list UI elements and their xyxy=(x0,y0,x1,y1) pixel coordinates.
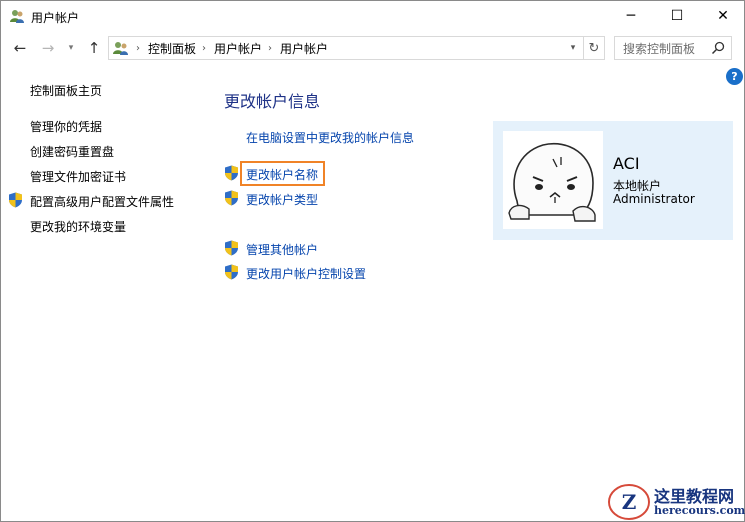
sidebar-item-advanced-profile-properties[interactable]: 配置高级用户配置文件属性 xyxy=(30,193,174,210)
title-bar[interactable]: 用户帐户 ─ ☐ ✕ xyxy=(1,1,744,31)
close-button[interactable]: ✕ xyxy=(700,1,745,31)
breadcrumb-user-accounts[interactable]: 用户帐户 xyxy=(214,40,262,57)
sidebar-item-manage-credentials[interactable]: 管理你的凭据 xyxy=(30,118,102,135)
refresh-icon: ↻ xyxy=(588,40,600,56)
search-icon xyxy=(711,41,725,55)
uac-shield-icon xyxy=(225,165,238,181)
arrow-left-icon: ← xyxy=(13,39,27,57)
uac-shield-icon xyxy=(225,264,238,280)
uac-shield-icon xyxy=(225,190,238,206)
sidebar-item-file-encryption-certs[interactable]: 管理文件加密证书 xyxy=(30,168,126,185)
watermark-logo-letter: Z xyxy=(622,490,637,514)
uac-shield-icon xyxy=(9,192,22,208)
maximize-button[interactable]: ☐ xyxy=(654,1,700,31)
account-name: ACI xyxy=(613,154,640,173)
user-accounts-icon xyxy=(10,10,24,23)
uac-shield-icon xyxy=(225,240,238,256)
sidebar-item-environment-variables[interactable]: 更改我的环境变量 xyxy=(30,218,126,235)
breadcrumb-user-accounts-current[interactable]: 用户帐户 xyxy=(280,40,328,57)
task-change-account-type[interactable]: 更改帐户类型 xyxy=(246,191,318,208)
user-accounts-window: 用户帐户 ─ ☐ ✕ ← → ▾ ↑ › 控制面板 › 用户帐户 › 用户帐户 … xyxy=(0,0,745,522)
arrow-up-icon: ↑ xyxy=(87,39,101,57)
breadcrumb-separator-icon: › xyxy=(268,42,273,54)
watermark-logo: Z xyxy=(608,484,650,520)
breadcrumb-control-panel[interactable]: 控制面板 xyxy=(148,40,196,57)
chevron-down-icon: ▾ xyxy=(68,43,74,53)
task-change-uac-settings[interactable]: 更改用户帐户控制设置 xyxy=(246,265,366,282)
refresh-button[interactable]: ↻ xyxy=(583,37,604,59)
up-button[interactable]: ↑ xyxy=(83,37,105,59)
sidebar-item-control-panel-home[interactable]: 控制面板主页 xyxy=(30,82,102,99)
account-role: Administrator xyxy=(613,192,695,206)
breadcrumb-separator-icon: › xyxy=(202,42,207,54)
navigation-bar: ← → ▾ ↑ › 控制面板 › 用户帐户 › 用户帐户 ▾ ↻ 搜索控制面板 xyxy=(1,33,744,63)
recent-locations-button[interactable]: ▾ xyxy=(64,37,78,59)
chevron-down-icon: ▾ xyxy=(570,43,576,53)
task-change-account-in-pc-settings[interactable]: 在电脑设置中更改我的帐户信息 xyxy=(246,129,414,146)
address-dropdown-button[interactable]: ▾ xyxy=(564,37,582,59)
watermark: Z 这里教程网 herecours.com xyxy=(601,479,745,522)
search-placeholder: 搜索控制面板 xyxy=(623,41,696,56)
search-input[interactable]: 搜索控制面板 xyxy=(614,36,732,60)
task-manage-other-accounts[interactable]: 管理其他帐户 xyxy=(246,241,318,258)
page-title: 更改帐户信息 xyxy=(224,92,321,111)
minimize-button[interactable]: ─ xyxy=(608,1,654,31)
task-change-account-name[interactable]: 更改帐户名称 xyxy=(246,166,318,183)
control-panel-icon xyxy=(113,42,128,55)
avatar xyxy=(503,131,603,229)
forward-button[interactable]: → xyxy=(37,37,59,59)
breadcrumb-separator-icon: › xyxy=(136,42,140,54)
watermark-url: herecours.com xyxy=(654,504,745,517)
account-card: ACI 本地帐户 Administrator xyxy=(493,121,733,240)
help-button[interactable]: ? xyxy=(726,68,743,85)
sidebar-item-password-reset-disk[interactable]: 创建密码重置盘 xyxy=(30,143,114,160)
window-title: 用户帐户 xyxy=(31,11,80,25)
back-button[interactable]: ← xyxy=(9,37,31,59)
arrow-right-icon: → xyxy=(41,39,55,57)
address-bar[interactable]: › 控制面板 › 用户帐户 › 用户帐户 ▾ ↻ xyxy=(108,36,605,60)
